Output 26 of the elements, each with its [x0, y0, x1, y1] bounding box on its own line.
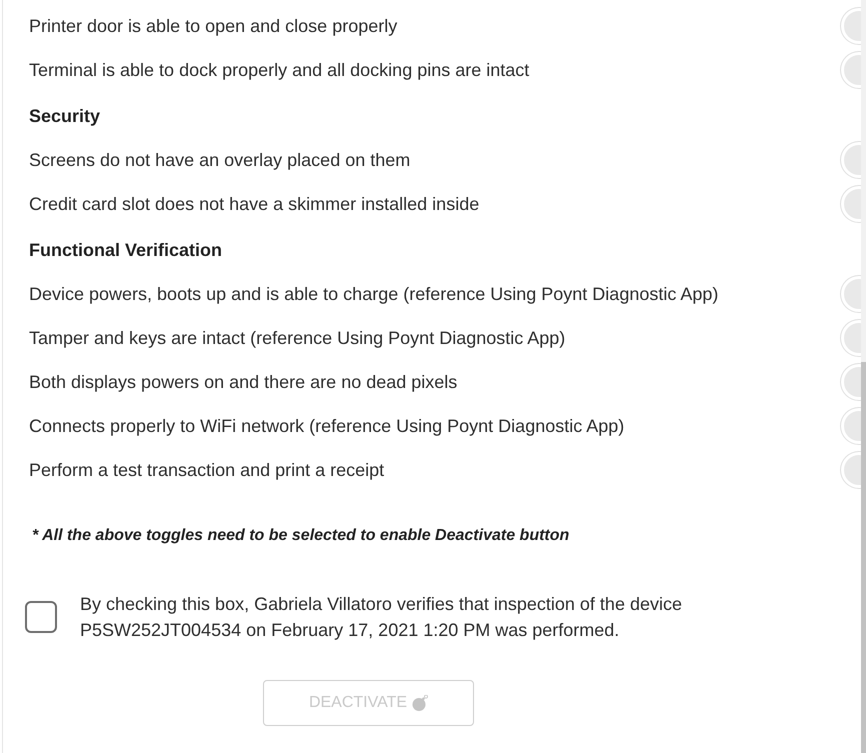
- toggle-switch[interactable]: [840, 407, 861, 445]
- checklist-item-label: Both displays powers on and there are no dead pixels: [29, 372, 458, 392]
- confirmation-text: By checking this box, Gabriela Villatoro verifies that inspection of the device P5SW252JT004534 on February 17, 2021 1:20 PM was performed.: [80, 593, 683, 642]
- checklist-item-label: Tamper and keys are intact (reference Using Poynt Diagnostic App): [29, 328, 566, 348]
- scrollbar[interactable]: [861, 0, 866, 753]
- section-heading: Functional Verification: [29, 240, 222, 260]
- bomb-icon: [412, 695, 428, 711]
- section-heading: Security: [29, 106, 100, 126]
- toggle-switch[interactable]: [840, 141, 861, 179]
- checklist-item-label: Credit card slot does not have a skimmer installed inside: [29, 194, 480, 214]
- toggle-switch[interactable]: [840, 319, 861, 357]
- toggle-switch[interactable]: [840, 363, 861, 401]
- checklist-item-label: Connects properly to WiFi network (reference Using Poynt Diagnostic App): [29, 416, 624, 436]
- toggle-switch[interactable]: [840, 7, 861, 45]
- checklist-item-label: Terminal is able to dock properly and all docking pins are intact: [29, 60, 530, 80]
- checklist-item-label: Device powers, boots up and is able to charge (reference Using Poynt Diagnostic App): [29, 284, 718, 304]
- toggle-switch[interactable]: [840, 275, 861, 313]
- scrollbar-thumb[interactable]: [861, 362, 866, 753]
- checklist-item-label: Screens do not have an overlay placed on them: [29, 150, 410, 170]
- toggle-switch[interactable]: [840, 451, 861, 489]
- checklist-item-label: Perform a test transaction and print a receipt: [29, 460, 384, 480]
- toggle-switch[interactable]: [840, 51, 861, 89]
- confirmation-checkbox[interactable]: [25, 601, 57, 633]
- checklist-item-label: Printer door is able to open and close properly: [29, 16, 398, 36]
- toggle-switch[interactable]: [840, 185, 861, 223]
- note-text: * All the above toggles need to be selected to enable Deactivate button: [32, 527, 570, 545]
